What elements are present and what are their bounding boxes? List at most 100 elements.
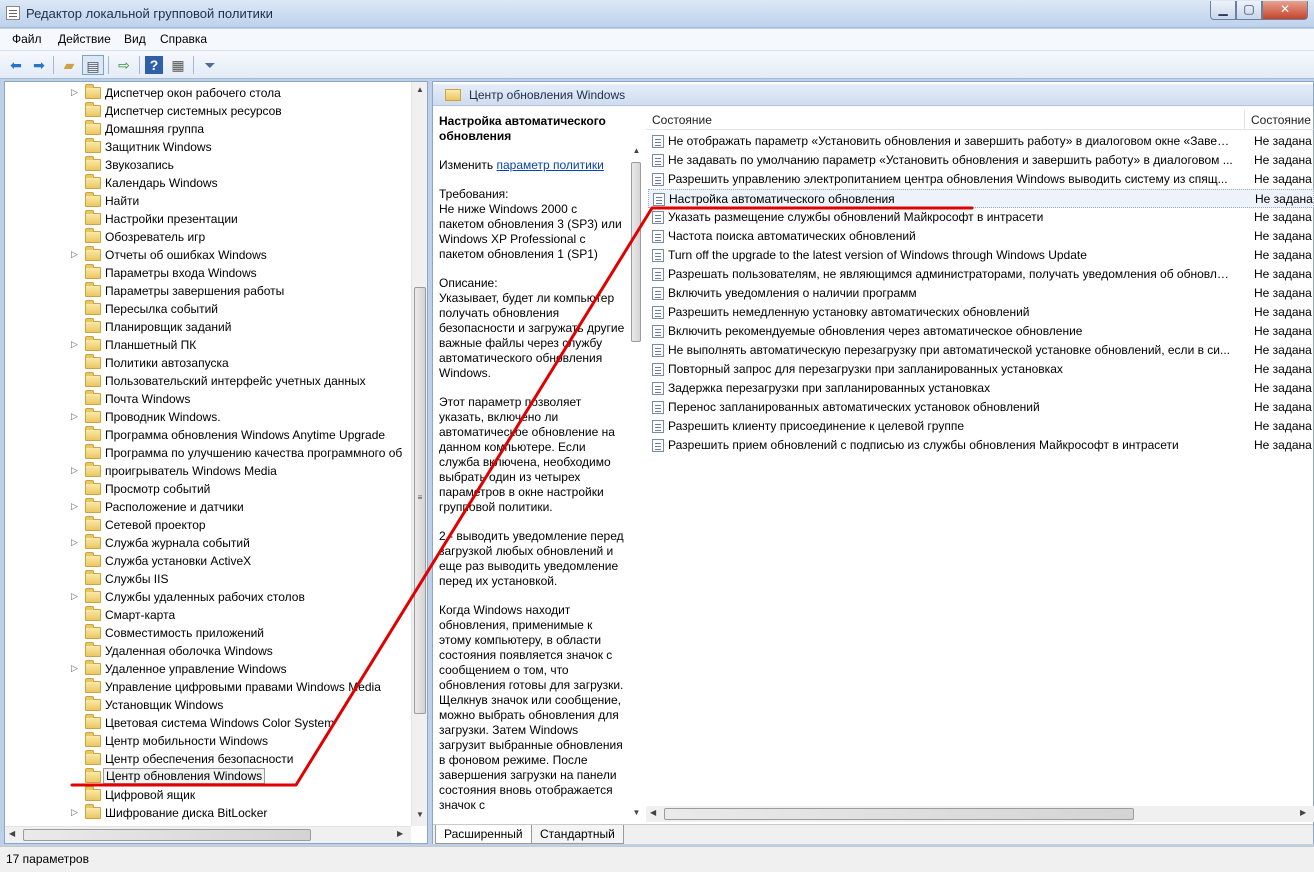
policy-row[interactable]: Не задавать по умолчанию параметр «Устан… xyxy=(648,151,1314,170)
tree-item[interactable]: Цветовая система Windows Color System xyxy=(5,714,415,732)
expand-arrow-icon[interactable]: ▷ xyxy=(71,537,81,548)
list-horizontal-scrollbar[interactable]: ◀ ▶ xyxy=(646,806,1314,822)
tree-item[interactable]: Почта Windows xyxy=(5,390,415,408)
scroll-down-icon[interactable]: ▼ xyxy=(412,810,427,819)
tree-item[interactable]: Центр обеспечения безопасности xyxy=(5,750,415,768)
column-separator[interactable] xyxy=(1244,110,1245,130)
tree-item[interactable]: Просмотр событий xyxy=(5,480,415,498)
tree-item[interactable]: Обозреватель игр xyxy=(5,228,415,246)
tree-item[interactable]: Планировщик заданий xyxy=(5,318,415,336)
policy-row[interactable]: Разрешить прием обновлений с подписью из… xyxy=(648,436,1314,455)
tab-standard[interactable]: Стандартный xyxy=(531,825,624,844)
close-button[interactable]: ✕ xyxy=(1262,1,1308,20)
tree-item[interactable]: Установщик Windows xyxy=(5,696,415,714)
policy-row[interactable]: Задержка перезагрузки при запланированны… xyxy=(648,379,1314,398)
tree-item[interactable]: Диспетчер системных ресурсов xyxy=(5,102,415,120)
tree-item[interactable]: Управление цифровыми правами Windows Med… xyxy=(5,678,415,696)
properties-icon[interactable]: ▦ xyxy=(167,55,189,75)
policy-row[interactable]: Не отображать параметр «Установить обнов… xyxy=(648,132,1314,151)
scroll-up-icon[interactable]: ▲ xyxy=(412,85,427,94)
policy-row[interactable]: Повторный запрос для перезагрузки при за… xyxy=(648,360,1314,379)
up-folder-icon[interactable]: ▰ xyxy=(58,55,80,75)
tree-item[interactable]: Центр мобильности Windows xyxy=(5,732,415,750)
export-list-icon[interactable]: ⇨ xyxy=(113,55,135,75)
scroll-thumb-horizontal[interactable] xyxy=(664,808,1134,820)
tree-item[interactable]: Звукозапись xyxy=(5,156,415,174)
scroll-thumb[interactable] xyxy=(631,162,641,342)
tree-item[interactable]: ▷ Проводник Windows. xyxy=(5,408,415,426)
help-icon[interactable]: ? xyxy=(145,56,163,74)
scroll-left-icon[interactable]: ◀ xyxy=(9,829,15,838)
scroll-thumb-horizontal[interactable] xyxy=(23,829,311,841)
tree-item[interactable]: Центр обновления Windows xyxy=(5,768,415,786)
tree-item[interactable]: ▷ Удаленное управление Windows xyxy=(5,660,415,678)
tree-item[interactable]: ▷ Планшетный ПК xyxy=(5,336,415,354)
tree-item[interactable]: Найти xyxy=(5,192,415,210)
tree-item[interactable]: Настройки презентации xyxy=(5,210,415,228)
scroll-down-icon[interactable]: ▼ xyxy=(629,808,644,817)
tree-vertical-scrollbar[interactable]: ▲ ≡ ▼ xyxy=(411,82,427,826)
scroll-right-icon[interactable]: ▶ xyxy=(1300,808,1306,817)
tree-item[interactable]: ▷ Служба журнала событий xyxy=(5,534,415,552)
expand-arrow-icon[interactable]: ▷ xyxy=(71,501,81,512)
tree-item[interactable]: ▷ Шифрование диска BitLocker xyxy=(5,804,415,822)
description-scrollbar[interactable]: ▲ ▼ xyxy=(629,144,644,820)
tree-item[interactable]: Программа по улучшению качества программ… xyxy=(5,444,415,462)
tree-item[interactable]: Цифровой ящик xyxy=(5,786,415,804)
expand-arrow-icon[interactable]: ▷ xyxy=(71,249,81,260)
tree-item[interactable]: Домашняя группа xyxy=(5,120,415,138)
forward-icon[interactable]: ➡ xyxy=(28,55,50,75)
policy-row[interactable]: Turn off the upgrade to the latest versi… xyxy=(648,246,1314,265)
show-hide-tree-icon[interactable]: ▤ xyxy=(82,55,104,75)
expand-arrow-icon[interactable]: ▷ xyxy=(71,411,81,422)
expand-arrow-icon[interactable]: ▷ xyxy=(71,339,81,350)
policy-row[interactable]: Настройка автоматического обновления Не з… xyxy=(648,189,1314,208)
policy-row[interactable]: Разрешить управлению электропитанием цен… xyxy=(648,170,1314,189)
tree-item[interactable]: ▷ Диспетчер окон рабочего стола xyxy=(5,84,415,102)
tree-item[interactable]: Защитник Windows xyxy=(5,138,415,156)
menu-view[interactable]: Вид xyxy=(124,32,146,46)
tree-item[interactable]: Смарт-карта xyxy=(5,606,415,624)
menu-file[interactable]: Файл xyxy=(12,32,42,46)
tree-item[interactable]: ▷ Расположение и датчики xyxy=(5,498,415,516)
expand-arrow-icon[interactable]: ▷ xyxy=(71,591,81,602)
expand-arrow-icon[interactable]: ▷ xyxy=(71,87,81,98)
policy-row[interactable]: Указать размещение службы обновлений Май… xyxy=(648,208,1314,227)
policy-row[interactable]: Разрешать пользователям, не являющимся а… xyxy=(648,265,1314,284)
policy-row[interactable]: Не выполнять автоматическую перезагрузку… xyxy=(648,341,1314,360)
tree-item[interactable]: Параметры завершения работы xyxy=(5,282,415,300)
edit-policy-link[interactable]: параметр политики xyxy=(496,158,603,172)
policy-row[interactable]: Разрешить немедленную установку автомати… xyxy=(648,303,1314,322)
tree-item[interactable]: Политики автозапуска xyxy=(5,354,415,372)
policy-row[interactable]: Включить рекомендуемые обновления через … xyxy=(648,322,1314,341)
tree-item[interactable]: Служба установки ActiveX xyxy=(5,552,415,570)
expand-arrow-icon[interactable]: ▷ xyxy=(71,663,81,674)
tree-item[interactable]: Службы IIS xyxy=(5,570,415,588)
maximize-button[interactable]: ▢ xyxy=(1236,1,1262,20)
tree-item[interactable]: Пользовательский интерфейс учетных данны… xyxy=(5,372,415,390)
tree-pane[interactable]: ▷ Диспетчер окон рабочего стола Диспетчер … xyxy=(4,81,428,844)
tab-extended[interactable]: Расширенный xyxy=(435,825,532,844)
scroll-right-icon[interactable]: ▶ xyxy=(397,829,403,838)
tree-item[interactable]: Совместимость приложений xyxy=(5,624,415,642)
tree-item[interactable]: ▷ проигрыватель Windows Media xyxy=(5,462,415,480)
minimize-button[interactable]: ▁ xyxy=(1210,1,1236,20)
column-header-state[interactable]: Состояние xyxy=(1251,113,1311,127)
tree-horizontal-scrollbar[interactable]: ◀ ▶ xyxy=(5,826,411,843)
expand-arrow-icon[interactable]: ▷ xyxy=(71,465,81,476)
tree-item[interactable]: Сетевой проектор xyxy=(5,516,415,534)
filter-icon[interactable]: ⏷ xyxy=(199,55,221,75)
policy-row[interactable]: Включить уведомления о наличии программ Н… xyxy=(648,284,1314,303)
expand-arrow-icon[interactable]: ▷ xyxy=(71,807,81,818)
tree-item[interactable]: Удаленная оболочка Windows xyxy=(5,642,415,660)
policy-row[interactable]: Перенос запланированных автоматических у… xyxy=(648,398,1314,417)
tree-item[interactable]: ▷ Отчеты об ошибках Windows xyxy=(5,246,415,264)
policy-row[interactable]: Разрешить клиенту присоединение к целево… xyxy=(648,417,1314,436)
scroll-up-icon[interactable]: ▲ xyxy=(629,146,644,155)
tree-item[interactable]: Программа обновления Windows Anytime Upg… xyxy=(5,426,415,444)
tree-item[interactable]: Календарь Windows xyxy=(5,174,415,192)
menu-action[interactable]: Действие xyxy=(58,32,111,46)
menu-help[interactable]: Справка xyxy=(160,32,207,46)
tree-item[interactable]: ▷ Службы удаленных рабочих столов xyxy=(5,588,415,606)
back-icon[interactable]: ⬅ xyxy=(5,55,27,75)
